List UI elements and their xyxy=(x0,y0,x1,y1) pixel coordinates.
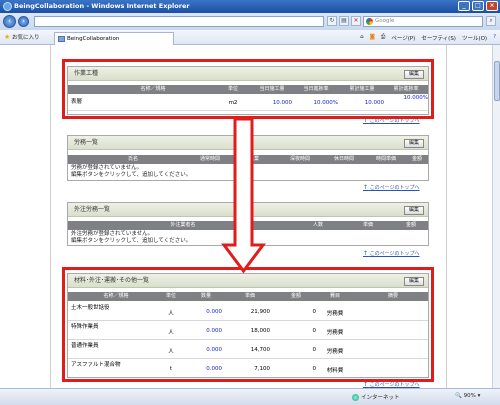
forward-button[interactable]: › xyxy=(18,16,29,27)
safety-menu[interactable]: セーフティ(S) xyxy=(421,34,456,42)
refresh-icon[interactable]: ↻ xyxy=(327,16,337,26)
minimize-button[interactable]: _ xyxy=(458,1,470,11)
tools-menu[interactable]: ツール(O) xyxy=(462,34,487,42)
flow-arrow-icon xyxy=(221,117,266,274)
feed-icon[interactable]: ◙ xyxy=(370,34,375,42)
favorites-button[interactable]: ★ お気に入り xyxy=(4,33,40,41)
command-bar: ★ お気に入り BeingCollaboration ⌂ ◙ ⎙ ページ(P) … xyxy=(0,30,500,45)
search-input[interactable]: Google xyxy=(363,16,483,27)
navigation-bar: ‹ › ↻ ▤ ✕ Google ⌕ xyxy=(0,13,500,30)
favorites-star-icon: ★ xyxy=(4,33,11,41)
compat-icon[interactable]: ▤ xyxy=(339,16,349,26)
status-bar: インターネット 🔍 90% ▾ xyxy=(0,388,500,405)
help-icon[interactable]: ? xyxy=(493,34,496,42)
google-icon xyxy=(366,18,373,25)
page-favicon-icon xyxy=(58,36,65,42)
browser-tab[interactable]: BeingCollaboration xyxy=(54,32,174,45)
ie-logo-icon xyxy=(3,2,12,11)
scroll-thumb[interactable] xyxy=(494,61,500,101)
report-page: 作業工種 編集 名称／規格 単位 当日施工量 当日進捗率 累計施工量 累計進捗率… xyxy=(50,45,447,388)
home-icon[interactable]: ⌂ xyxy=(360,34,364,42)
search-go-icon[interactable]: ⌕ xyxy=(486,16,496,26)
search-placeholder: Google xyxy=(375,18,395,24)
address-field[interactable] xyxy=(34,16,324,27)
window-title-bar: BeingCollaboration - Windows Internet Ex… xyxy=(0,0,500,13)
stop-icon[interactable]: ✕ xyxy=(351,16,361,26)
vertical-scrollbar[interactable] xyxy=(492,45,500,388)
security-zone: インターネット xyxy=(352,393,400,401)
favorites-label: お気に入り xyxy=(12,35,40,41)
window-title: BeingCollaboration - Windows Internet Ex… xyxy=(14,2,190,10)
print-icon[interactable]: ⎙ xyxy=(381,34,385,42)
tab-title: BeingCollaboration xyxy=(67,36,120,42)
close-button[interactable]: × xyxy=(486,1,498,11)
globe-icon xyxy=(352,394,359,401)
maximize-button[interactable]: □ xyxy=(472,1,484,11)
zoom-level[interactable]: 🔍 90% ▾ xyxy=(455,393,480,399)
back-button[interactable]: ‹ xyxy=(3,15,16,28)
page-menu[interactable]: ページ(P) xyxy=(391,34,415,42)
